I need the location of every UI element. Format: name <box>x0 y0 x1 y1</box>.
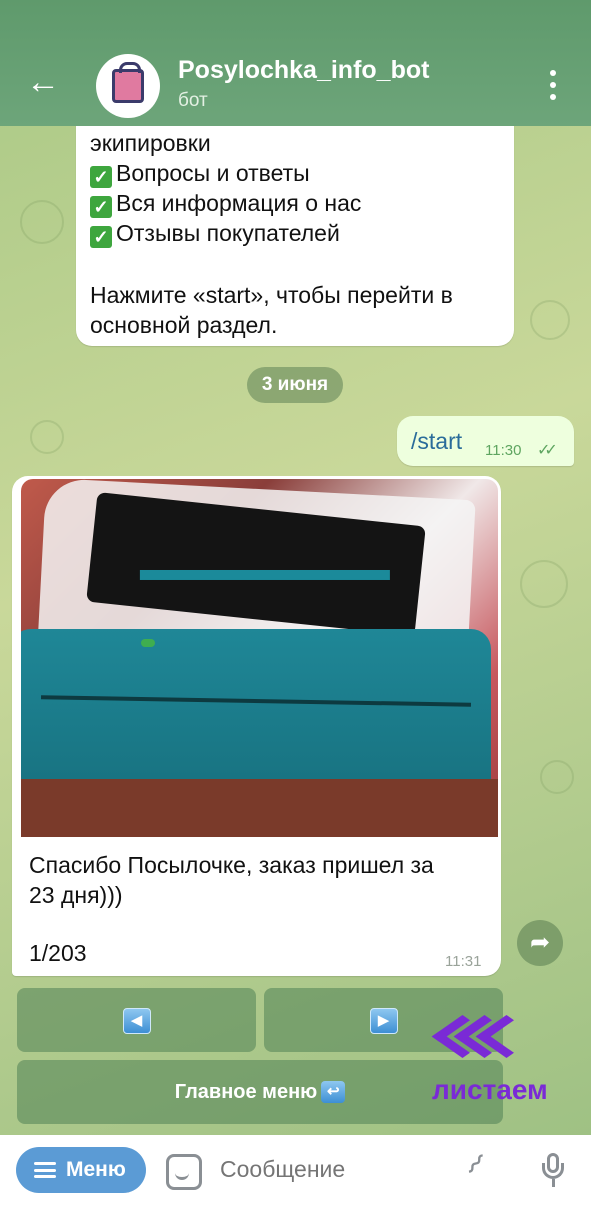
more-options-icon[interactable] <box>546 70 560 100</box>
package-icon <box>112 62 144 103</box>
attach-icon[interactable]: ⌇ <box>459 1147 504 1192</box>
fabric-background-shape <box>21 779 498 837</box>
review-photo-message: Спасибо Посылочке, заказ пришел за 23 дн… <box>12 476 501 976</box>
chat-header: ← Posylochka_info_bot бот <box>0 0 591 126</box>
watermark-text: листаем <box>432 1074 548 1105</box>
menu-item-faq: ✓ Вопросы и ответы <box>90 160 310 188</box>
check-icon: ✓ <box>90 166 112 188</box>
background-doodle <box>530 300 570 340</box>
menu-item-about: ✓ Вся информация о нас <box>90 190 361 218</box>
previous-button[interactable]: ◀ <box>17 988 256 1052</box>
zipper-shape <box>40 695 472 707</box>
bot-intro-message: экипировки ✓ Вопросы и ответы ✓ Вся информ… <box>76 96 514 346</box>
left-arrow-icon: ◀ <box>122 1008 151 1034</box>
microphone-icon[interactable] <box>540 1153 566 1189</box>
read-checkmarks-icon: ✓✓ <box>537 442 558 459</box>
chat-subtitle: бот <box>178 90 208 111</box>
message-composer: Меню ⌇ <box>0 1135 591 1222</box>
review-caption: Спасибо Посылочке, заказ пришел за 23 дн… <box>29 852 434 908</box>
watermark: листаем <box>430 1014 560 1108</box>
message-time: 11:31 <box>445 953 482 970</box>
message-input[interactable] <box>218 1155 452 1184</box>
brand-logo-shape <box>141 639 155 647</box>
background-doodle <box>30 420 64 454</box>
background-doodle <box>520 560 568 608</box>
back-arrow-icon[interactable]: ← <box>26 62 60 102</box>
hamburger-icon <box>34 1162 56 1178</box>
main-menu-label: Главное меню <box>174 1081 318 1103</box>
background-doodle <box>540 760 574 794</box>
menu-item-reviews: ✓ Отзывы покупателей <box>90 220 340 248</box>
message-line: экипировки <box>90 130 211 156</box>
outgoing-message: /start 11:30 ✓✓ <box>397 416 574 466</box>
review-photo[interactable] <box>21 479 498 837</box>
command-link[interactable]: /start <box>411 428 462 455</box>
check-icon: ✓ <box>90 226 112 248</box>
return-icon: ↩ <box>321 1081 346 1103</box>
right-arrow-icon: ▶ <box>369 1008 398 1034</box>
sticker-icon[interactable] <box>166 1154 202 1190</box>
message-time: 11:30 <box>485 442 522 459</box>
menu-button[interactable]: Меню <box>16 1147 146 1193</box>
review-counter: 1/203 <box>29 940 87 966</box>
chat-title[interactable]: Posylochka_info_bot <box>178 56 429 85</box>
date-separator: 3 июня <box>247 367 343 403</box>
check-icon: ✓ <box>90 196 112 218</box>
forward-icon[interactable]: ➦ <box>517 920 563 966</box>
instruction-line: основной раздел. <box>90 312 278 338</box>
bot-avatar[interactable] <box>96 54 160 118</box>
background-doodle <box>20 200 64 244</box>
instruction-line: Нажмите «start», чтобы перейти в <box>90 282 453 308</box>
